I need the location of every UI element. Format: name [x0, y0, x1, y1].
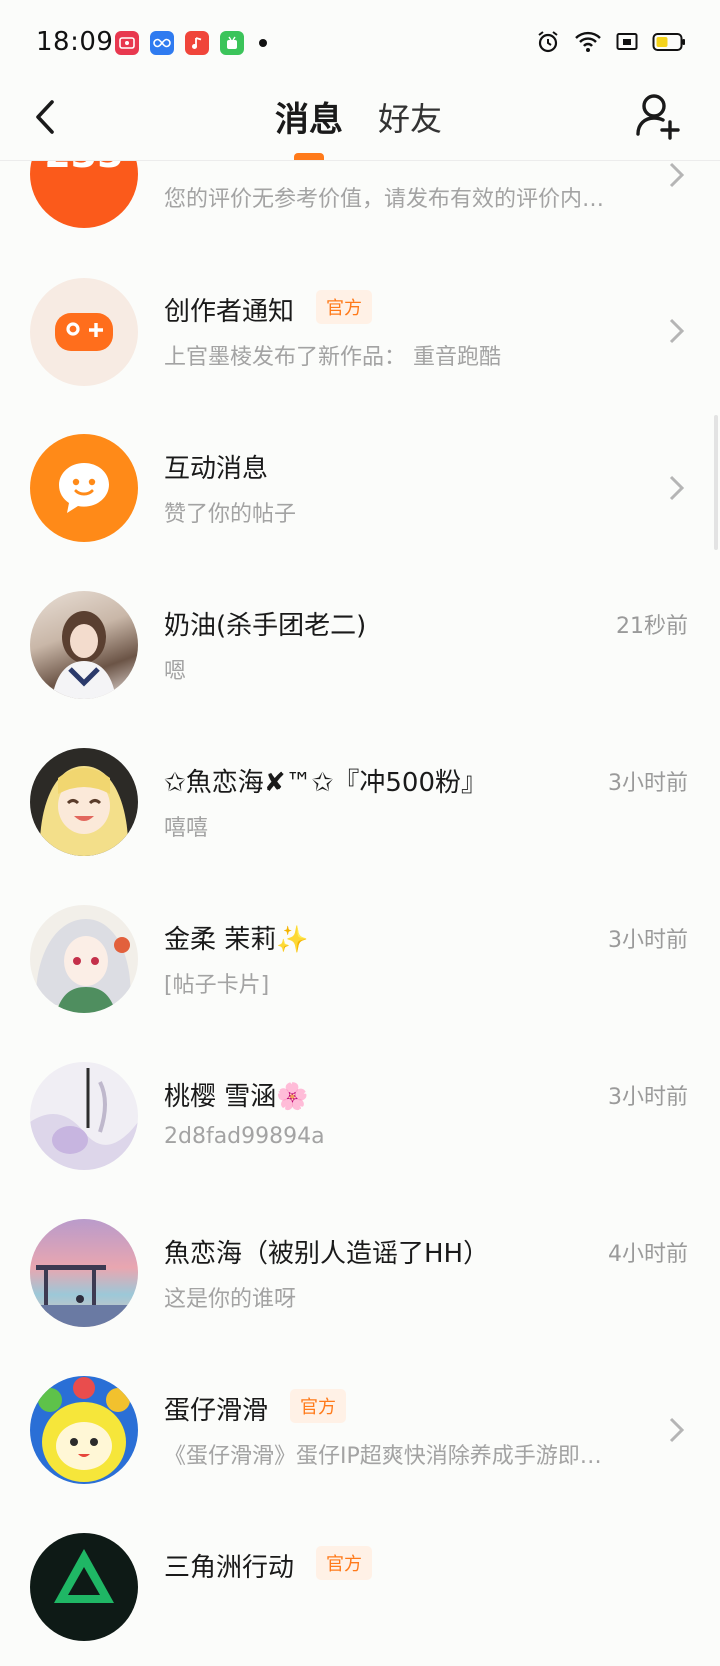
chat-bubble-avatar — [30, 434, 138, 542]
list-item[interactable]: 创作者通知 官方 上官墨棱发布了新作品： 重音跑酷 — [0, 253, 720, 410]
message-preview: 上官墨棱发布了新作品： 重音跑酷 — [164, 345, 501, 370]
alarm-icon — [538, 31, 558, 53]
contact-name: ✩魚恋海✘™✩『冲500粉』 — [164, 768, 487, 798]
user-avatar-1 — [30, 591, 138, 699]
top-nav-bar: 消息 好友 — [0, 84, 720, 161]
active-tab-indicator — [294, 153, 324, 160]
egg-game-avatar — [30, 1376, 138, 1484]
list-item[interactable]: 互动消息 赞了你的帖子 — [0, 410, 720, 567]
gamepad-avatar — [30, 278, 138, 386]
chevron-right-icon — [669, 162, 685, 188]
message-preview: 2d8fad99894a — [164, 1124, 325, 1149]
contact-name: 金柔 茉莉✨ — [164, 925, 309, 955]
wifi-icon — [575, 31, 601, 52]
list-item[interactable]: 魚恋海（被别人造谣了HH） 这是你的谁呀 4小时前 — [0, 1195, 720, 1352]
message-time: 21秒前 — [616, 614, 688, 639]
list-item[interactable]: ✩魚恋海✘™✩『冲500粉』 嘻嘻 3小时前 — [0, 724, 720, 881]
message-time: 3小时前 — [608, 928, 688, 953]
user-avatar-4 — [30, 1062, 138, 1170]
official-badge: 官方 — [290, 1388, 347, 1423]
message-time: 3小时前 — [608, 1085, 688, 1110]
list-item[interactable]: 金柔 茉莉✨ [帖子卡片] 3小时前 — [0, 881, 720, 1038]
user-avatar-5 — [30, 1219, 138, 1327]
battery-icon — [652, 33, 685, 51]
contact-name: 桃樱 雪涵🌸 — [164, 1082, 309, 1112]
user-avatar-2 — [30, 748, 138, 856]
user-avatar-3 — [30, 905, 138, 1013]
android-app-icon — [220, 31, 244, 55]
status-right-icons — [536, 30, 686, 54]
gamepad-icon — [55, 313, 113, 351]
official-badge: 官方 — [316, 1545, 373, 1580]
back-arrow-icon[interactable] — [26, 90, 66, 142]
more-notifications-dot — [259, 39, 267, 47]
chevron-right-icon — [669, 1417, 685, 1443]
message-preview: [帖子卡片] — [164, 973, 270, 998]
message-preview: 《蛋仔滑滑》蛋仔IP超爽快消除养成手游即… — [164, 1444, 602, 1469]
video-app-icon — [115, 31, 139, 55]
list-item[interactable]: 三角洲行动 官方 — [0, 1509, 720, 1666]
message-preview: 这是你的谁呀 — [164, 1287, 297, 1312]
message-preview: 您的评价无参考价值，请发布有效的评价内… — [164, 187, 605, 212]
list-item[interactable]: 桃樱 雪涵🌸 2d8fad99894a 3小时前 — [0, 1038, 720, 1195]
list-item[interactable]: 奶油(杀手团老二) 嗯 21秒前 — [0, 567, 720, 724]
contact-name: 奶油(杀手团老二) — [164, 611, 367, 641]
message-preview: 嘻嘻 — [164, 816, 209, 841]
delta-game-avatar — [30, 1533, 138, 1641]
music-app-icon — [185, 31, 209, 55]
tab-messages[interactable]: 消息 — [275, 92, 343, 141]
contact-name: 蛋仔滑滑 — [164, 1396, 269, 1426]
chat-smile-icon — [59, 463, 109, 513]
scrollbar[interactable] — [714, 415, 718, 550]
contact-name: 三角洲行动 — [164, 1553, 295, 1583]
contact-name: 互动消息 — [164, 454, 269, 484]
official-badge: 官方 — [316, 289, 373, 324]
chevron-right-icon — [669, 475, 685, 501]
message-preview: 赞了你的帖子 — [164, 502, 297, 527]
status-time: 18:09 — [36, 27, 114, 57]
contact-name: 创作者通知 — [164, 297, 295, 327]
message-time: 3小时前 — [608, 771, 688, 796]
status-bar: 18:09 — [0, 0, 720, 84]
chevron-right-icon — [669, 318, 685, 344]
message-preview: 嗯 — [164, 659, 187, 684]
cast-icon — [616, 33, 638, 50]
infinity-app-icon — [150, 31, 174, 55]
contact-name: 魚恋海（被别人造谣了HH） — [164, 1239, 490, 1269]
add-user-icon[interactable] — [634, 90, 684, 142]
list-item[interactable]: 蛋仔滑滑 官方 《蛋仔滑滑》蛋仔IP超爽快消除养成手游即… — [0, 1352, 720, 1509]
message-time: 4小时前 — [608, 1242, 688, 1267]
notification-apps — [115, 31, 267, 55]
tab-friends[interactable]: 好友 — [378, 94, 442, 140]
